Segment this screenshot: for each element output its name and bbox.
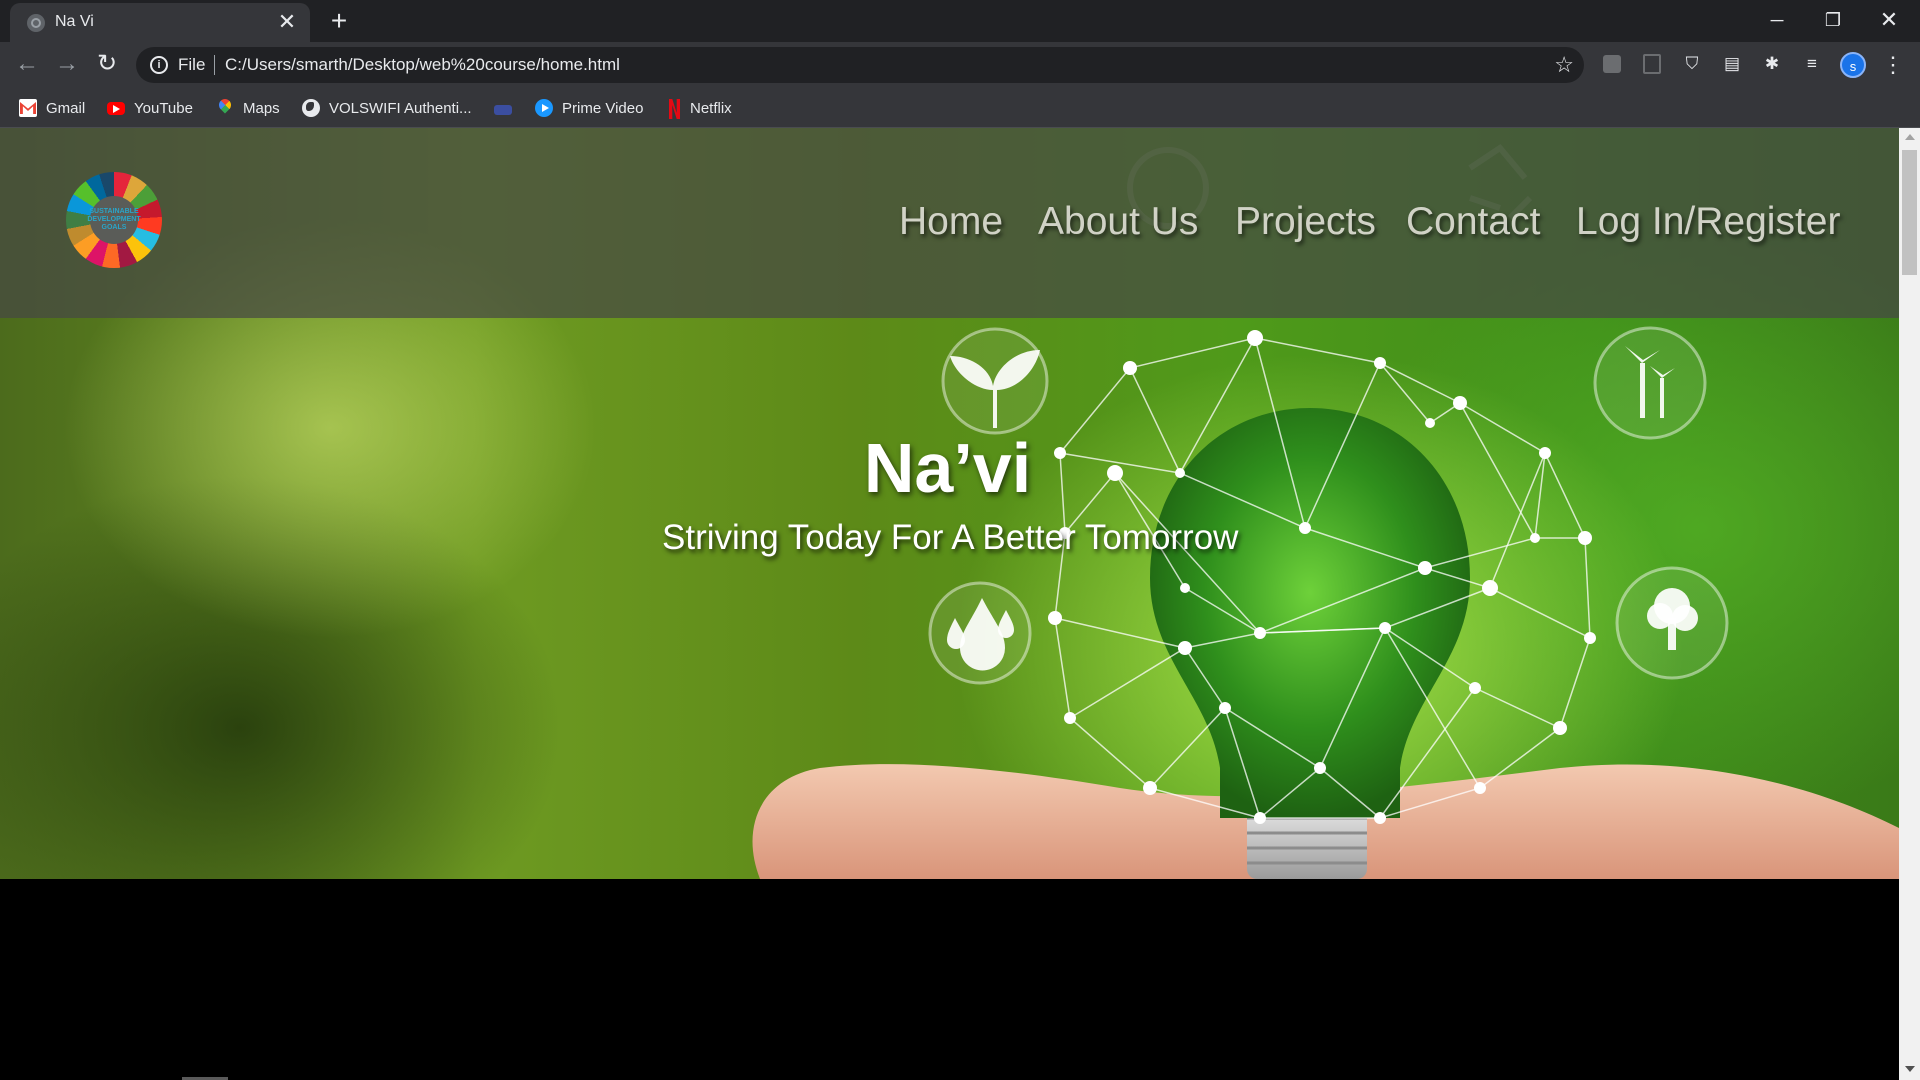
url-scheme: File xyxy=(178,55,206,74)
close-window-button[interactable]: ✕ xyxy=(1866,4,1912,36)
browser-chrome: Na Vi ✕ + ─ ❐ ✕ ← → ↻ i File C:/Users/sm… xyxy=(0,0,1920,128)
hero-section: SUSTAINABLE DEVELOPMENT GOALS Home About… xyxy=(0,128,1899,879)
pdf-extension-icon[interactable] xyxy=(1640,52,1664,76)
bookmark-volswifi[interactable]: VOLSWIFI Authenti... xyxy=(302,96,472,120)
forward-button[interactable]: → xyxy=(51,48,83,80)
bookmark-label: Netflix xyxy=(690,99,732,117)
scroll-up-arrow-icon[interactable] xyxy=(1905,134,1915,140)
prime-video-icon xyxy=(535,99,553,117)
gmail-icon xyxy=(19,99,37,117)
scroll-down-arrow-icon[interactable] xyxy=(1905,1066,1915,1072)
info-icon[interactable]: i xyxy=(150,56,168,74)
reload-button[interactable]: ↻ xyxy=(91,48,123,80)
nav-contact-link[interactable]: Contact xyxy=(1406,200,1540,250)
address-bar[interactable]: i File C:/Users/smarth/Desktop/web%20cou… xyxy=(136,47,1584,83)
bookmark-unnamed[interactable] xyxy=(494,96,512,120)
globe-icon xyxy=(27,14,45,32)
vertical-scrollbar[interactable] xyxy=(1899,128,1920,1080)
netflix-icon xyxy=(667,99,681,117)
site-header: SUSTAINABLE DEVELOPMENT GOALS Home About… xyxy=(0,128,1899,318)
bookmark-icon xyxy=(494,105,512,115)
bookmark-star-icon[interactable]: ☆ xyxy=(1554,52,1574,78)
bookmark-youtube[interactable]: YouTube xyxy=(107,96,193,120)
shield-extension-icon[interactable]: ⛉ xyxy=(1680,52,1704,76)
browser-menu-icon[interactable]: ⋮ xyxy=(1882,52,1904,78)
bookmark-label: YouTube xyxy=(134,99,193,117)
bookmark-label: Maps xyxy=(243,99,280,117)
nav-about-link[interactable]: About Us xyxy=(1038,200,1198,250)
url-text[interactable]: C:/Users/smarth/Desktop/web%20course/hom… xyxy=(225,55,620,75)
media-control-icon[interactable]: ≡ xyxy=(1800,52,1824,76)
restore-button[interactable]: ❐ xyxy=(1810,4,1856,36)
bookmark-label: VOLSWIFI Authenti... xyxy=(329,99,472,117)
globe-icon xyxy=(302,99,320,117)
bookmark-gmail[interactable]: Gmail xyxy=(19,96,85,120)
tab-title: Na Vi xyxy=(55,13,94,30)
extension-icon[interactable] xyxy=(1600,52,1624,76)
new-tab-button[interactable]: + xyxy=(324,6,354,36)
browser-tab[interactable]: Na Vi ✕ xyxy=(10,3,310,42)
reader-extension-icon[interactable]: ▤ xyxy=(1720,52,1744,76)
bookmark-netflix[interactable]: Netflix xyxy=(667,96,732,120)
bookmark-maps[interactable]: Maps xyxy=(216,96,280,120)
bookmark-label: Gmail xyxy=(46,99,86,117)
close-tab-icon[interactable]: ✕ xyxy=(276,11,298,33)
extensions-puzzle-icon[interactable]: ✱ xyxy=(1760,52,1784,76)
hero-title: Na’vi xyxy=(0,428,1899,508)
maps-icon xyxy=(216,99,234,117)
hero-subtitle: Striving Today For A Better Tomorrow xyxy=(662,518,1239,557)
hero-title-text: Na’vi xyxy=(863,429,1032,507)
browser-toolbar: ← → ↻ i File C:/Users/smarth/Desktop/web… xyxy=(0,42,1920,87)
bookmarks-bar: Gmail YouTube Maps VOLSWIFI Authenti... … xyxy=(0,87,1920,128)
nav-home-link[interactable]: Home xyxy=(899,200,1003,250)
bookmark-prime-video[interactable]: Prime Video xyxy=(535,96,643,120)
nav-projects-link[interactable]: Projects xyxy=(1235,200,1376,250)
logo-text: SUSTAINABLE DEVELOPMENT GOALS xyxy=(87,208,141,231)
youtube-icon xyxy=(107,101,125,115)
tab-strip: Na Vi ✕ + ─ ❐ ✕ xyxy=(0,0,1920,42)
url-separator xyxy=(214,55,215,75)
back-button[interactable]: ← xyxy=(11,48,43,80)
scroll-thumb[interactable] xyxy=(1902,150,1917,275)
bookmark-label: Prime Video xyxy=(562,99,644,117)
minimize-button[interactable]: ─ xyxy=(1754,4,1800,36)
page-viewport: SUSTAINABLE DEVELOPMENT GOALS Home About… xyxy=(0,128,1899,1080)
nav-login-register-link[interactable]: Log In/Register xyxy=(1576,200,1841,250)
profile-avatar[interactable]: s xyxy=(1840,52,1866,78)
